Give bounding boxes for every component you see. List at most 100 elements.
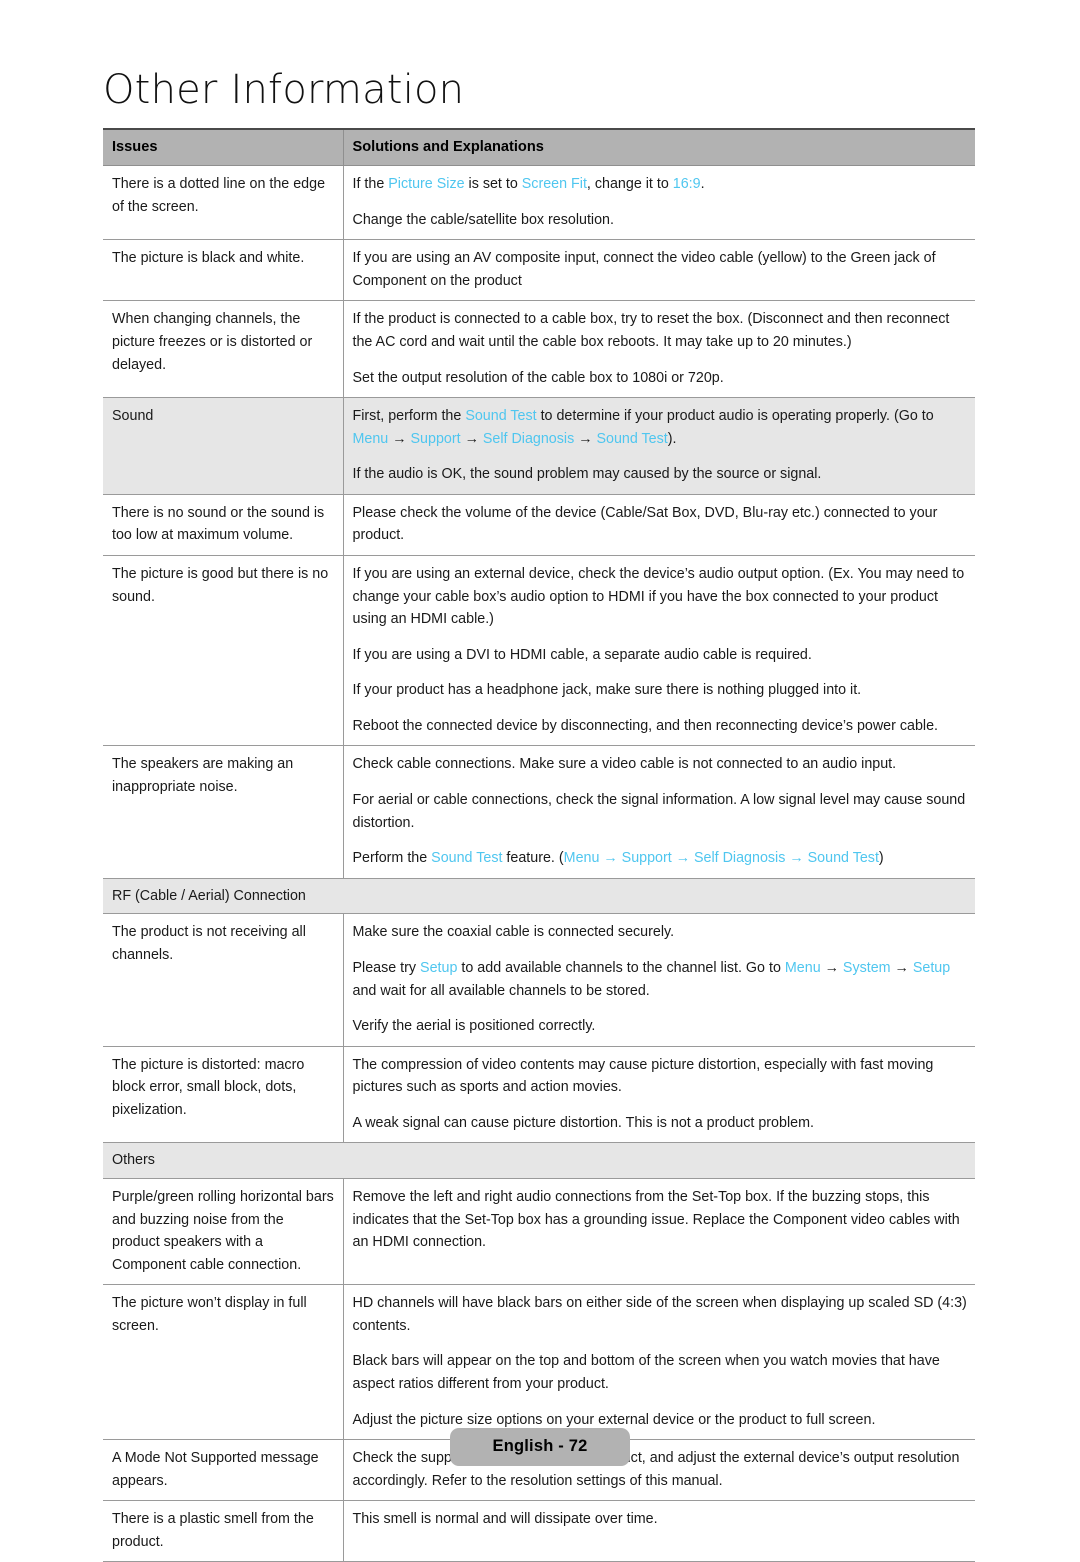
menu-term: 16:9 bbox=[673, 176, 701, 192]
issue-cell: The picture is distorted: macro block er… bbox=[103, 1046, 343, 1143]
solution-paragraph: If you are using a DVI to HDMI cable, a … bbox=[353, 644, 968, 667]
menu-term: Self Diagnosis bbox=[483, 431, 574, 447]
issue-cell: The picture is good but there is no soun… bbox=[103, 555, 343, 745]
menu-term: Setup bbox=[420, 960, 457, 976]
solution-paragraph: A weak signal can cause picture distorti… bbox=[353, 1112, 968, 1135]
section-title: Others bbox=[103, 1143, 975, 1179]
text-run: A weak signal can cause picture distorti… bbox=[353, 1115, 814, 1131]
table-row: There is a plastic smell from the produc… bbox=[103, 1501, 975, 1562]
issue-cell: Purple/green rolling horizontal bars and… bbox=[103, 1178, 343, 1284]
text-run: Black bars will appear on the top and bo… bbox=[353, 1353, 940, 1392]
solution-paragraph: Make sure the coaxial cable is connected… bbox=[353, 921, 968, 944]
text-run: First, perform the bbox=[353, 408, 466, 424]
column-header-issues: Issues bbox=[103, 129, 343, 166]
text-run: is set to bbox=[465, 176, 522, 192]
text-run: → bbox=[821, 960, 843, 976]
text-run: Please try bbox=[353, 960, 421, 976]
text-run: → bbox=[574, 431, 596, 447]
solution-paragraph: Remove the left and right audio connecti… bbox=[353, 1186, 968, 1254]
text-run: The compression of video contents may ca… bbox=[353, 1057, 934, 1096]
table-row: When changing channels, the picture free… bbox=[103, 301, 975, 398]
solution-paragraph: If your product has a headphone jack, ma… bbox=[353, 679, 968, 702]
text-run: If the product is connected to a cable b… bbox=[353, 311, 950, 350]
solution-paragraph: If the audio is OK, the sound problem ma… bbox=[353, 463, 968, 486]
menu-term: Menu bbox=[785, 960, 821, 976]
text-run: HD channels will have black bars on eith… bbox=[353, 1295, 967, 1334]
issue-cell: The product is not receiving all channel… bbox=[103, 914, 343, 1046]
text-run: Perform the bbox=[353, 850, 432, 866]
menu-term: → bbox=[672, 850, 694, 866]
table-body: There is a dotted line on the edge of th… bbox=[103, 166, 975, 1562]
text-run: → bbox=[388, 431, 410, 447]
menu-term: Menu bbox=[353, 431, 389, 447]
menu-term: Support bbox=[411, 431, 461, 447]
solution-paragraph: Please try Setup to add available channe… bbox=[353, 957, 968, 1002]
issue-cell: The picture is black and white. bbox=[103, 240, 343, 301]
column-header-solutions: Solutions and Explanations bbox=[343, 129, 975, 166]
text-run: , change it to bbox=[587, 176, 673, 192]
solution-paragraph: For aerial or cable connections, check t… bbox=[353, 789, 968, 834]
menu-term: System bbox=[843, 960, 891, 976]
menu-term: Sound Test bbox=[431, 850, 502, 866]
text-run: Check cable connections. Make sure a vid… bbox=[353, 756, 897, 772]
text-run: feature. ( bbox=[502, 850, 563, 866]
menu-term: Picture Size bbox=[388, 176, 464, 192]
solution-paragraph: Please check the volume of the device (C… bbox=[353, 502, 968, 547]
menu-term: Sound Test bbox=[808, 850, 879, 866]
table-row: The picture is distorted: macro block er… bbox=[103, 1046, 975, 1143]
table-row: The picture is black and white.If you ar… bbox=[103, 240, 975, 301]
text-run: If your product has a headphone jack, ma… bbox=[353, 682, 862, 698]
troubleshooting-table: Issues Solutions and Explanations There … bbox=[103, 128, 975, 1562]
solution-paragraph: If the product is connected to a cable b… bbox=[353, 308, 968, 353]
solution-cell: The compression of video contents may ca… bbox=[343, 1046, 975, 1143]
text-run: Please check the volume of the device (C… bbox=[353, 505, 938, 544]
issue-cell: Sound bbox=[103, 398, 343, 495]
solution-paragraph: HD channels will have black bars on eith… bbox=[353, 1292, 968, 1337]
table-section-header-row: Others bbox=[103, 1143, 975, 1179]
page-number-badge: English - 72 bbox=[450, 1428, 629, 1466]
text-run: → bbox=[891, 960, 913, 976]
solution-cell: Remove the left and right audio connecti… bbox=[343, 1178, 975, 1284]
menu-term: Screen Fit bbox=[522, 176, 587, 192]
menu-term: Sound Test bbox=[596, 431, 667, 447]
solution-paragraph: If you are using an AV composite input, … bbox=[353, 247, 968, 292]
text-run: and wait for all available channels to b… bbox=[353, 983, 650, 999]
issue-cell: There is no sound or the sound is too lo… bbox=[103, 494, 343, 555]
table-section-header-row: RF (Cable / Aerial) Connection bbox=[103, 878, 975, 914]
solution-paragraph: This smell is normal and will dissipate … bbox=[353, 1508, 968, 1531]
text-run: to add available channels to the channel… bbox=[457, 960, 784, 976]
solution-paragraph: Set the output resolution of the cable b… bbox=[353, 367, 968, 390]
section-title: RF (Cable / Aerial) Connection bbox=[103, 878, 975, 914]
issue-cell: There is a dotted line on the edge of th… bbox=[103, 166, 343, 240]
document-page: Other Information Issues Solutions and E… bbox=[0, 0, 1080, 1562]
solution-cell: First, perform the Sound Test to determi… bbox=[343, 398, 975, 495]
text-run: ) bbox=[879, 850, 884, 866]
text-run: Reboot the connected device by disconnec… bbox=[353, 718, 939, 734]
text-run: to determine if your product audio is op… bbox=[537, 408, 934, 424]
solution-paragraph: The compression of video contents may ca… bbox=[353, 1054, 968, 1099]
table-row: The speakers are making an inappropriate… bbox=[103, 746, 975, 878]
text-run: ). bbox=[668, 431, 677, 447]
menu-term: Support bbox=[622, 850, 672, 866]
text-run: For aerial or cable connections, check t… bbox=[353, 792, 966, 831]
solution-cell: HD channels will have black bars on eith… bbox=[343, 1285, 975, 1440]
solution-paragraph: If you are using an external device, che… bbox=[353, 563, 968, 631]
table-header-row: Issues Solutions and Explanations bbox=[103, 129, 975, 166]
issue-cell: The picture won’t display in full screen… bbox=[103, 1285, 343, 1440]
solution-paragraph: Change the cable/satellite box resolutio… bbox=[353, 209, 968, 232]
table-row: The product is not receiving all channel… bbox=[103, 914, 975, 1046]
solution-cell: If the product is connected to a cable b… bbox=[343, 301, 975, 398]
table-row: The picture won’t display in full screen… bbox=[103, 1285, 975, 1440]
page-footer: English - 72 bbox=[0, 1428, 1080, 1466]
text-run: This smell is normal and will dissipate … bbox=[353, 1511, 658, 1527]
page-title: Other Information bbox=[103, 0, 977, 128]
text-run: Adjust the picture size options on your … bbox=[353, 1412, 876, 1428]
text-run: If the audio is OK, the sound problem ma… bbox=[353, 466, 822, 482]
solution-paragraph: Black bars will appear on the top and bo… bbox=[353, 1350, 968, 1395]
solution-cell: Make sure the coaxial cable is connected… bbox=[343, 914, 975, 1046]
text-run: If you are using a DVI to HDMI cable, a … bbox=[353, 647, 812, 663]
solution-cell: Please check the volume of the device (C… bbox=[343, 494, 975, 555]
menu-term: Setup bbox=[913, 960, 950, 976]
table-row: The picture is good but there is no soun… bbox=[103, 555, 975, 745]
text-run: Change the cable/satellite box resolutio… bbox=[353, 212, 614, 228]
